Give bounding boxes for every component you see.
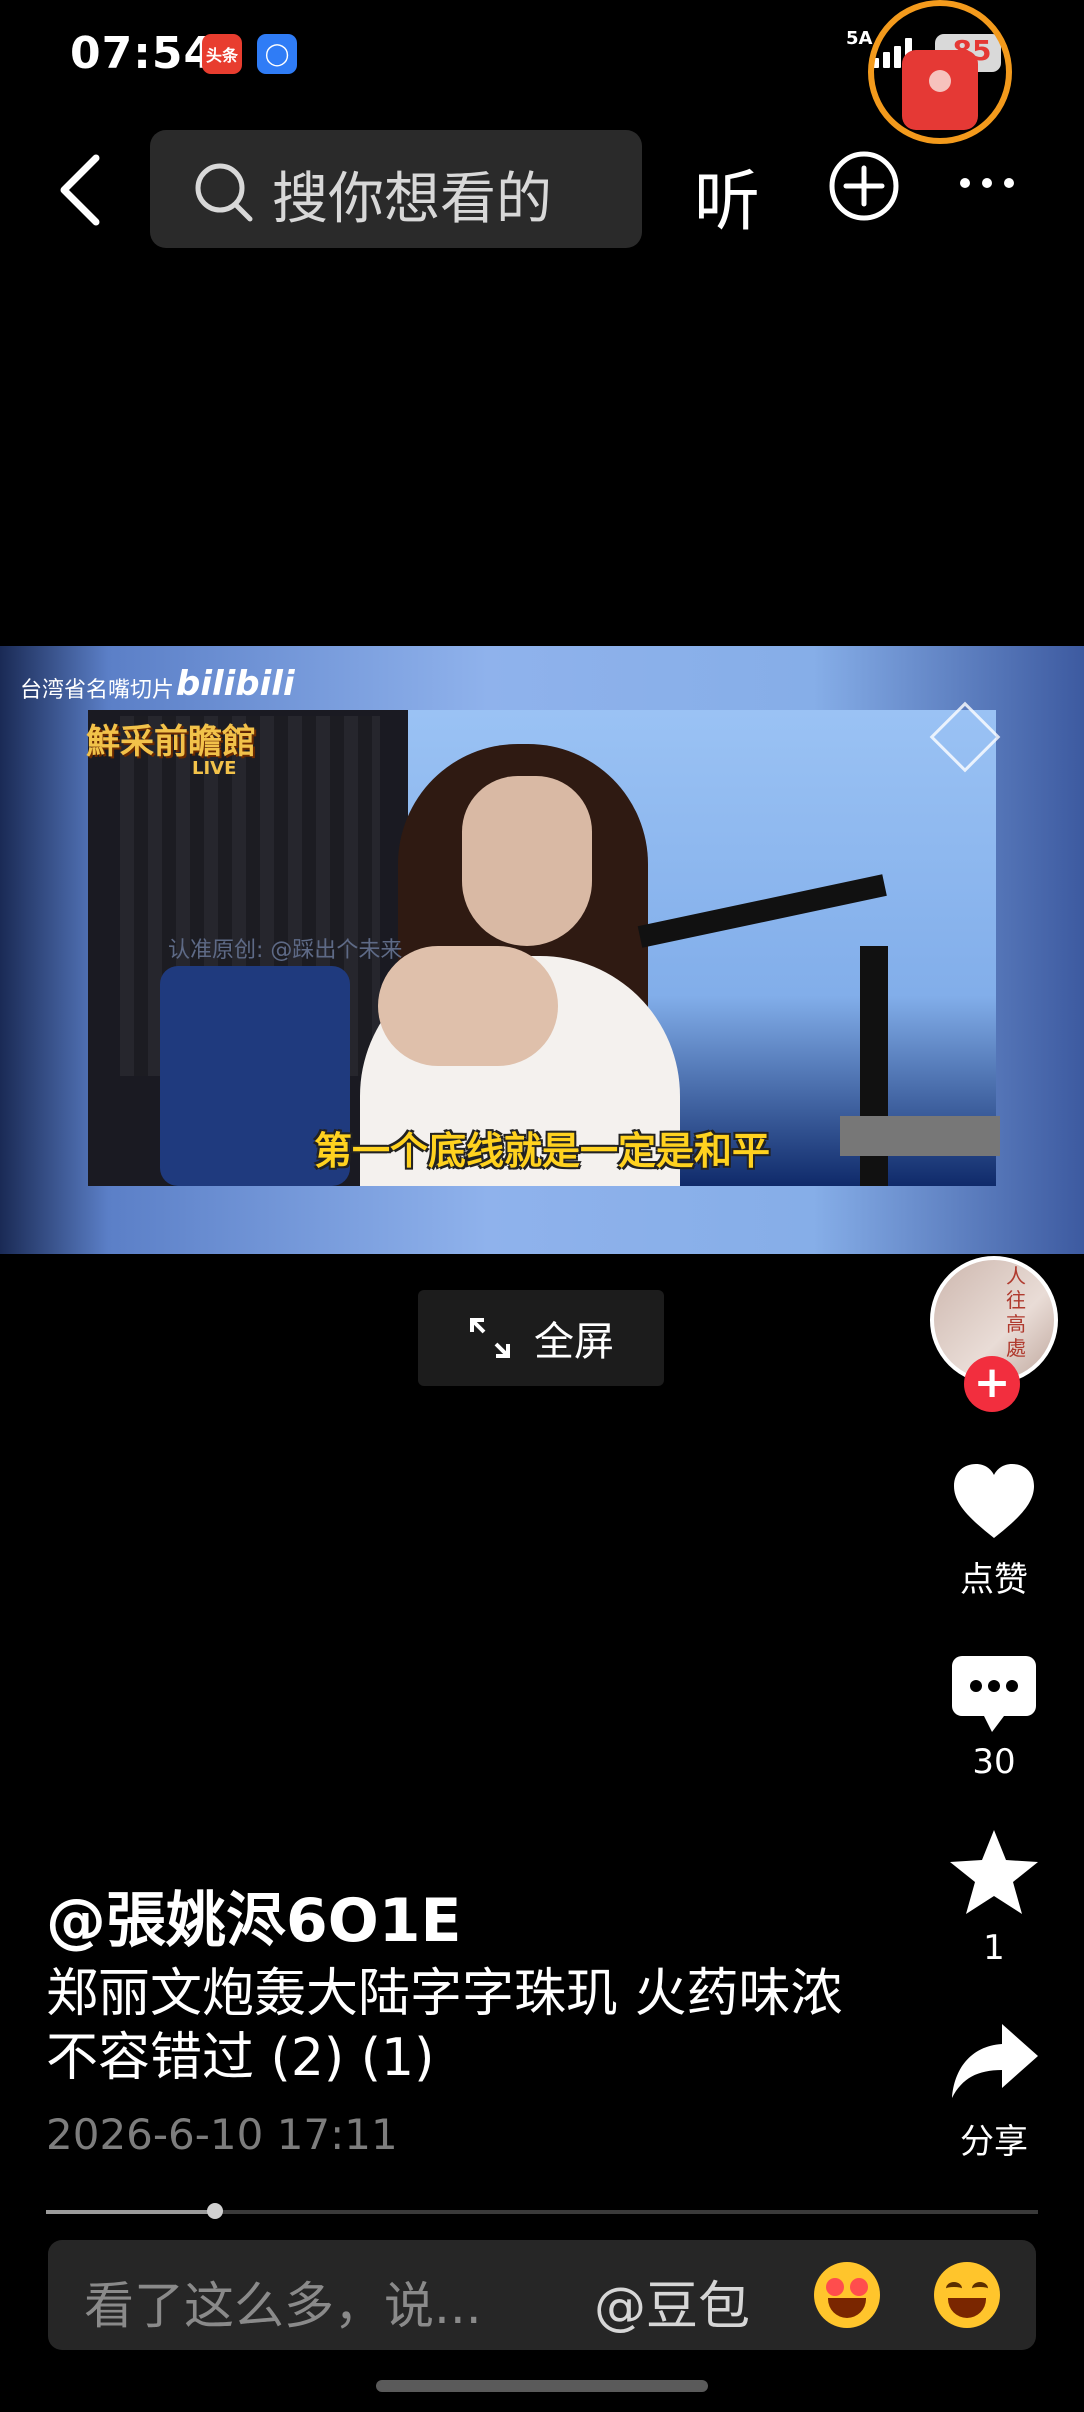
share-icon[interactable] (948, 2018, 1040, 2110)
post-date: 2026-6-10 17:11 (46, 2110, 398, 2159)
comment-count: 30 (972, 1742, 1016, 1782)
comment-input[interactable]: 看了这么多，说... (84, 2266, 482, 2338)
post-title: 郑丽文炮轰大陆字字珠玑 火药味浓不容错过 (2) (1) (46, 1964, 843, 2088)
follow-button[interactable]: + (964, 1356, 1020, 1412)
show-logo: 鮮采前瞻館 (86, 722, 256, 762)
mention-doubao-button[interactable]: @豆包 (594, 2264, 750, 2339)
red-packet-dot (929, 70, 951, 92)
expand-icon (470, 1318, 510, 1358)
laughing-emoji-icon[interactable] (934, 2262, 1000, 2328)
back-arrow-icon[interactable] (50, 150, 120, 230)
video-player[interactable]: 台湾省名嘴切片 bilibili 鮮采前瞻館 LIVE 认准原创: @踩出个未来… (0, 646, 1084, 1254)
credit-text: 认准原创: @踩出个未来 (168, 938, 403, 963)
show-live-tag: LIVE (192, 758, 237, 779)
comment-icon[interactable] (948, 1648, 1040, 1740)
fullscreen-button[interactable]: 全屏 (418, 1290, 664, 1386)
author-name[interactable]: @張姚浕6O1E (46, 1872, 462, 1959)
bulb-app-icon: ◯ (257, 34, 297, 74)
status-time: 07:54 (70, 28, 216, 79)
listen-button[interactable]: 听 (694, 148, 760, 244)
starstruck-emoji-icon[interactable] (814, 2262, 880, 2328)
home-indicator[interactable] (376, 2380, 708, 2392)
network-indicator: 5A (846, 28, 873, 49)
watermark-text: 台湾省名嘴切片 (20, 678, 175, 703)
share-label: 分享 (960, 2122, 1028, 2162)
like-label: 点赞 (960, 1560, 1028, 1600)
search-icon (195, 163, 253, 222)
progress-fill (46, 2210, 215, 2214)
watermark-brand: bilibili (176, 664, 295, 704)
avatar-calligraphy: 人往高處 (1006, 1264, 1026, 1360)
fullscreen-label: 全屏 (534, 1319, 614, 1365)
progress-knob[interactable] (207, 2203, 223, 2219)
heart-icon[interactable] (948, 1456, 1040, 1548)
speaker-face (462, 776, 592, 946)
star-icon[interactable] (948, 1826, 1040, 1918)
speaker-hands (378, 946, 558, 1066)
video-subtitle: 第一个底线就是一定是和平 (313, 1129, 770, 1173)
favorite-count: 1 (983, 1928, 1005, 1968)
more-options-icon[interactable] (960, 178, 1014, 188)
add-circle-icon[interactable] (828, 150, 900, 222)
search-placeholder[interactable]: 搜你想看的 (272, 154, 552, 235)
news-app-icon: 头条 (202, 34, 242, 74)
